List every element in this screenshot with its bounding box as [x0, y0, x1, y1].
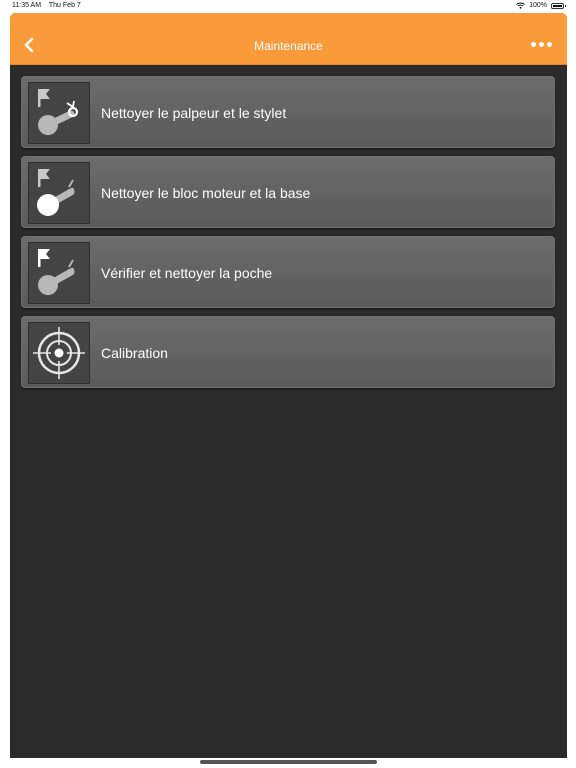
more-button[interactable]	[531, 39, 553, 49]
list-item[interactable]: Vérifier et nettoyer la poche	[21, 236, 555, 308]
battery-percent: 100%	[529, 2, 547, 9]
home-indicator[interactable]	[200, 760, 377, 764]
probe-stylus-icon	[28, 82, 90, 144]
list-item[interactable]: Nettoyer le bloc moteur et la base	[21, 156, 555, 228]
list-item-label: Nettoyer le palpeur et le stylet	[101, 105, 287, 121]
list-item[interactable]: Nettoyer le palpeur et le stylet	[21, 76, 555, 148]
status-left: 11:35 AM Thu Feb 7	[12, 2, 87, 9]
list-item-label: Nettoyer le bloc moteur et la base	[101, 185, 311, 201]
maintenance-list: Nettoyer le palpeur et le stylet Nettoye…	[21, 76, 555, 396]
wifi-icon	[516, 2, 525, 9]
list-item-label: Vérifier et nettoyer la poche	[101, 265, 273, 281]
list-item[interactable]: Calibration	[21, 316, 555, 388]
pocket-icon	[28, 242, 90, 304]
status-date: Thu Feb 7	[48, 2, 81, 9]
more-icon	[531, 41, 536, 47]
page-title: Maintenance	[254, 39, 323, 53]
status-right: 100%	[516, 2, 566, 9]
battery-icon	[551, 2, 566, 9]
nav-bar: Maintenance	[10, 13, 567, 65]
status-bar: 11:35 AM Thu Feb 7 100%	[0, 0, 576, 12]
target-icon	[28, 322, 90, 384]
app-frame: Maintenance Nettoyer le palpeur et le st…	[10, 13, 567, 758]
status-time: 11:35 AM	[12, 2, 42, 9]
motor-base-icon	[28, 162, 90, 224]
list-item-label: Calibration	[101, 345, 168, 361]
